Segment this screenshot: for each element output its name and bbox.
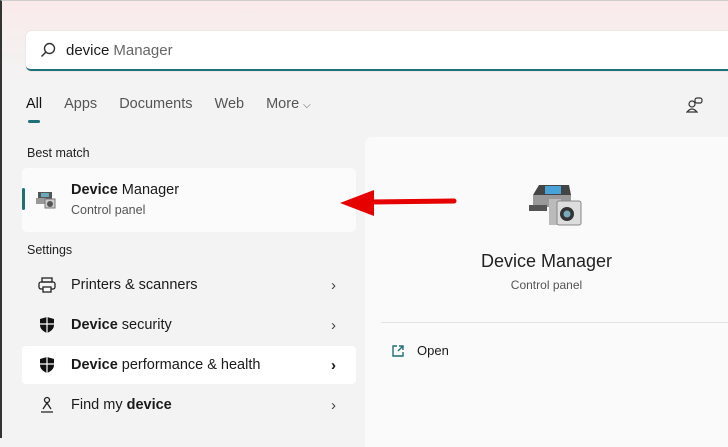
window-frame xyxy=(0,0,728,438)
